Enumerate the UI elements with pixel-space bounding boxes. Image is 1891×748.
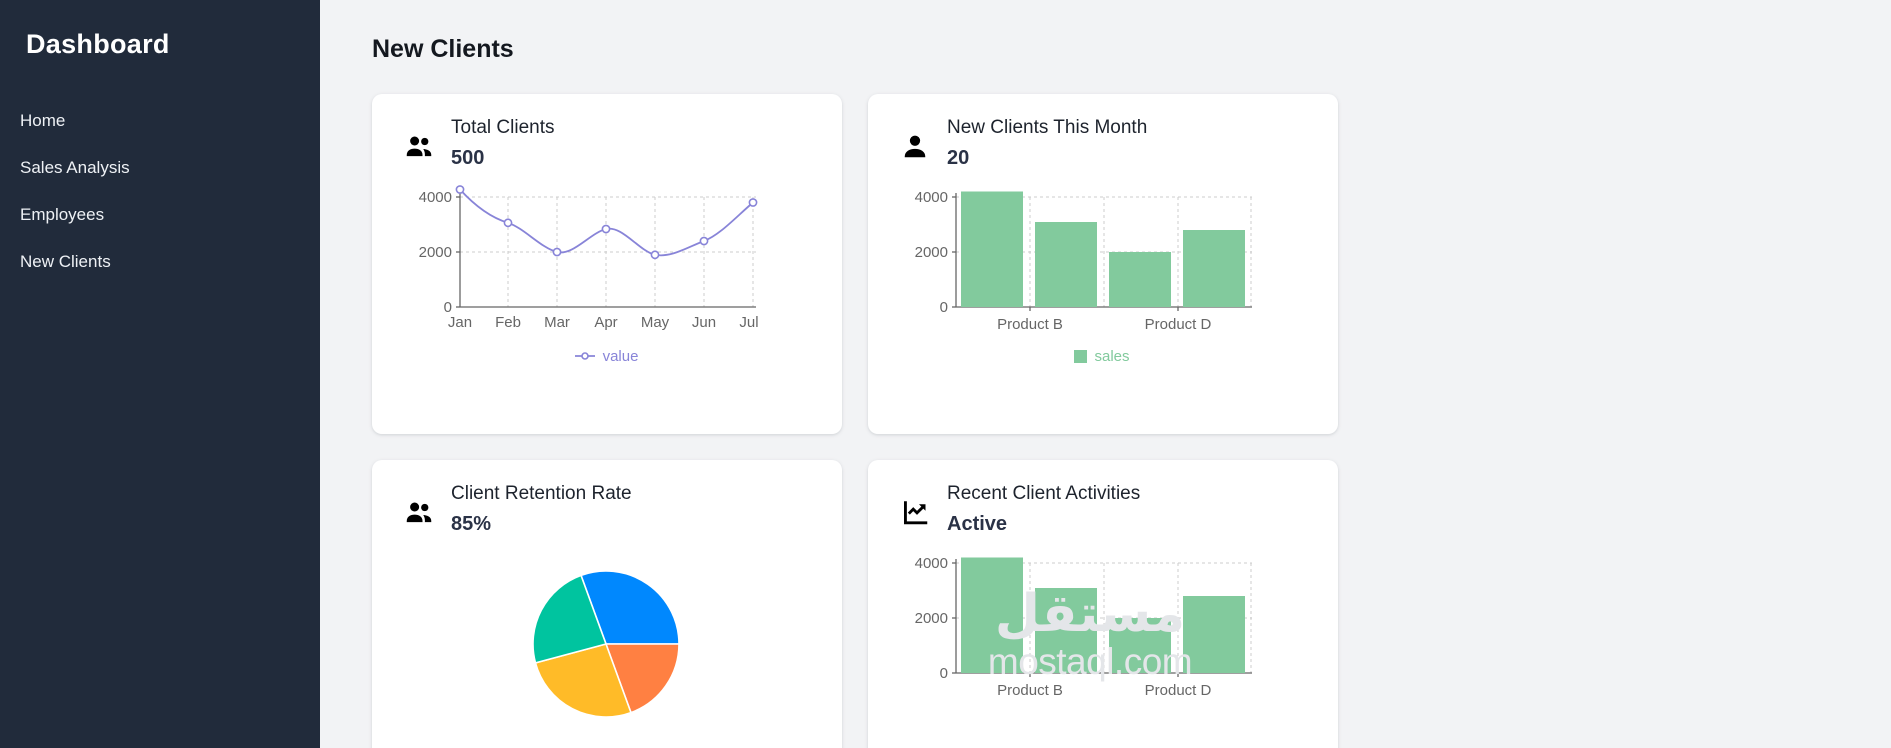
card-titles: Total Clients 500 <box>451 116 555 169</box>
card-header: Client Retention Rate 85% <box>396 482 818 535</box>
card-total-clients[interactable]: Total Clients 500 4000 2000 0 Jan Feb Ma… <box>372 94 842 434</box>
new-clients-bar-chart[interactable]: 4000 2000 0 Product B Product D sales <box>892 185 1314 375</box>
svg-text:Jan: Jan <box>448 314 472 331</box>
card-header: Recent Client Activities Active <box>892 482 1314 535</box>
card-header: Total Clients 500 <box>396 116 818 169</box>
total-clients-line-chart[interactable]: 4000 2000 0 Jan Feb Mar Apr May Jun Jul <box>396 184 818 375</box>
card-client-retention-rate[interactable]: Client Retention Rate 85% <box>372 460 842 748</box>
svg-text:Apr: Apr <box>594 314 617 331</box>
sidebar-nav: Home Sales Analysis Employees New Client… <box>0 112 320 300</box>
bar-series-sales <box>961 557 1245 673</box>
svg-text:Product B: Product B <box>997 682 1063 699</box>
main-content: New Clients Total Clients 500 4000 2000 … <box>320 0 1891 748</box>
card-value: 500 <box>451 146 485 169</box>
line-chart-svg: 4000 2000 0 Jan Feb Mar Apr May Jun Jul <box>419 184 759 331</box>
bar-series-sales <box>961 191 1245 307</box>
sidebar-item-sales-analysis[interactable]: Sales Analysis <box>0 159 320 176</box>
legend-color-swatch-icon <box>1074 349 1088 363</box>
svg-text:0: 0 <box>940 665 948 682</box>
person-icon <box>900 132 930 162</box>
card-title: Recent Client Activities <box>947 483 1141 504</box>
legend-line-marker-icon <box>574 351 596 361</box>
svg-text:4000: 4000 <box>915 555 948 572</box>
sidebar-title: Dashboard <box>26 29 170 59</box>
page-title: New Clients <box>372 35 514 63</box>
sidebar: Dashboard Home Sales Analysis Employees … <box>0 0 320 748</box>
svg-text:Feb: Feb <box>495 314 521 331</box>
svg-text:0: 0 <box>940 299 948 316</box>
x-axis-tick-labels: Product B Product D <box>997 682 1211 699</box>
card-title: Total Clients <box>451 117 555 138</box>
svg-text:2000: 2000 <box>915 610 948 627</box>
card-title: Client Retention Rate <box>451 483 632 504</box>
svg-text:Jun: Jun <box>692 314 716 331</box>
svg-text:Product D: Product D <box>1145 316 1212 333</box>
card-recent-client-activities[interactable]: Recent Client Activities Active 4000 200… <box>868 460 1338 748</box>
card-value: Active <box>947 512 1008 535</box>
sidebar-item-new-clients[interactable]: New Clients <box>0 253 320 270</box>
svg-text:Product D: Product D <box>1145 682 1212 699</box>
y-axis-tick-labels: 4000 2000 0 <box>915 555 948 682</box>
card-titles: Client Retention Rate 85% <box>451 482 632 535</box>
card-grid: Total Clients 500 4000 2000 0 Jan Feb Ma… <box>372 94 1634 748</box>
legend-label-value: value <box>602 347 639 365</box>
people-group-icon <box>404 498 434 528</box>
svg-text:Mar: Mar <box>544 314 570 331</box>
grid-lines <box>460 196 756 307</box>
people-group-icon <box>404 132 434 162</box>
chart-legend: value <box>396 349 816 364</box>
card-value: 20 <box>947 146 970 169</box>
svg-text:Product B: Product B <box>997 316 1063 333</box>
pie-chart-svg <box>532 569 680 718</box>
dashboard-app: Dashboard Home Sales Analysis Employees … <box>0 0 1891 748</box>
svg-text:May: May <box>641 314 670 331</box>
svg-text:4000: 4000 <box>419 189 452 206</box>
x-axis-tick-labels: Product B Product D <box>997 316 1211 333</box>
svg-text:Jul: Jul <box>739 314 758 331</box>
card-value: 85% <box>451 512 492 535</box>
trending-chart-icon <box>900 498 930 528</box>
client-retention-pie-chart[interactable] <box>396 551 818 741</box>
card-titles: Recent Client Activities Active <box>947 482 1140 535</box>
sidebar-item-employees[interactable]: Employees <box>0 206 320 223</box>
svg-text:2000: 2000 <box>419 244 452 261</box>
pie-slices <box>532 569 680 718</box>
card-title: New Clients This Month <box>947 117 1148 138</box>
svg-text:2000: 2000 <box>915 244 948 261</box>
y-axis-tick-labels: 4000 2000 0 <box>419 189 452 316</box>
bar-chart-svg: 4000 2000 0 Product B Product D <box>915 189 1252 333</box>
recent-activities-bar-chart[interactable]: 4000 2000 0 Product B Product D <box>892 551 1314 741</box>
card-new-clients-this-month[interactable]: New Clients This Month 20 4000 2000 0 Pr… <box>868 94 1338 434</box>
legend-label-sales: sales <box>1094 347 1130 365</box>
x-axis-tick-labels: Jan Feb Mar Apr May Jun Jul <box>448 314 759 331</box>
sidebar-item-home[interactable]: Home <box>0 112 320 129</box>
card-header: New Clients This Month 20 <box>892 116 1314 169</box>
card-titles: New Clients This Month 20 <box>947 116 1147 169</box>
chart-legend: sales <box>892 349 1312 364</box>
bar-chart-svg: 4000 2000 0 Product B Product D <box>915 555 1252 699</box>
y-axis-tick-labels: 4000 2000 0 <box>915 189 948 316</box>
svg-text:4000: 4000 <box>915 189 948 206</box>
